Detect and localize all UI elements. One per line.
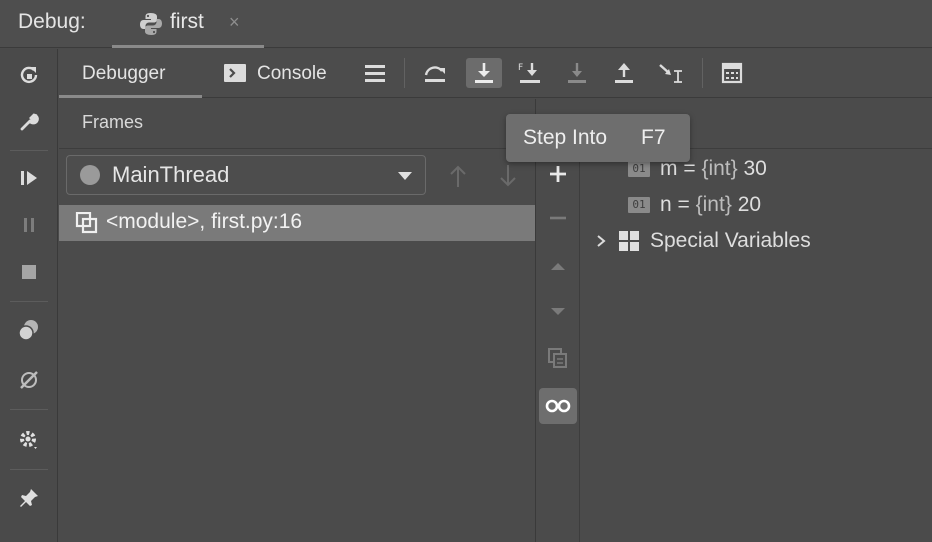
thread-select-value: MainThread — [112, 162, 230, 187]
thread-status-icon — [80, 165, 100, 185]
gear-icon[interactable] — [16, 427, 42, 453]
variable-type: {int} — [695, 193, 732, 216]
chevron-down-icon — [398, 172, 412, 180]
special-variables-row[interactable]: Special Variables — [594, 226, 811, 256]
step-over-icon[interactable] — [466, 58, 502, 88]
variable-name: n — [660, 193, 672, 216]
tooltip-shortcut: F7 — [641, 126, 666, 149]
step-out-icon[interactable] — [608, 58, 640, 88]
int-type-icon: 01 — [628, 161, 650, 177]
arrow-down-icon[interactable] — [496, 163, 520, 189]
int-type-icon: 01 — [628, 197, 650, 213]
run-tab-title: first — [170, 10, 204, 33]
tooltip-label: Step Into — [523, 126, 608, 149]
resume-icon[interactable] — [16, 165, 42, 191]
special-variables-label: Special Variables — [650, 229, 811, 252]
svg-text:F: F — [518, 63, 523, 73]
copy-watch-icon[interactable] — [539, 340, 577, 376]
close-icon[interactable]: × — [229, 12, 240, 33]
remove-watch-icon[interactable] — [539, 200, 577, 236]
show-watches-icon[interactable] — [539, 388, 577, 424]
pause-icon[interactable] — [16, 212, 42, 238]
pin-icon[interactable] — [16, 485, 42, 511]
move-down-icon[interactable] — [539, 294, 577, 330]
variable-row[interactable]: 01 n = {int} 20 — [628, 190, 761, 220]
console-icon — [224, 64, 246, 82]
mute-breakpoints-icon[interactable] — [16, 367, 42, 393]
debug-side-toolbar — [0, 49, 58, 542]
tab-console[interactable]: Console — [257, 63, 327, 85]
variable-value: 30 — [743, 157, 767, 180]
arrow-up-icon[interactable] — [446, 163, 470, 189]
tab-debugger-label: Debugger — [82, 63, 166, 84]
frames-title: Frames — [82, 112, 144, 132]
chevron-right-icon[interactable] — [594, 234, 618, 248]
rerun-icon[interactable] — [16, 62, 42, 88]
step-into-icon[interactable]: F — [514, 58, 546, 88]
menu-icon[interactable] — [359, 58, 391, 88]
frame-icon — [75, 211, 99, 234]
settings-wrench-icon[interactable] — [16, 109, 42, 135]
variable-value: 20 — [737, 193, 762, 216]
step-into-my-code-icon[interactable] — [561, 58, 593, 88]
variable-equals: = — [671, 193, 696, 216]
variable-type: {int} — [701, 157, 738, 180]
stop-icon[interactable] — [16, 259, 42, 285]
python-icon — [138, 11, 164, 37]
show-execution-point-icon[interactable] — [419, 58, 451, 88]
frame-label: <module>, first.py:16 — [106, 210, 303, 233]
evaluate-expression-icon[interactable] — [716, 58, 748, 88]
run-to-cursor-icon[interactable] — [655, 58, 687, 88]
move-up-icon[interactable] — [539, 248, 577, 284]
view-breakpoints-icon[interactable] — [16, 317, 42, 343]
special-variables-icon — [618, 230, 640, 252]
debug-label: Debug: — [18, 10, 86, 33]
